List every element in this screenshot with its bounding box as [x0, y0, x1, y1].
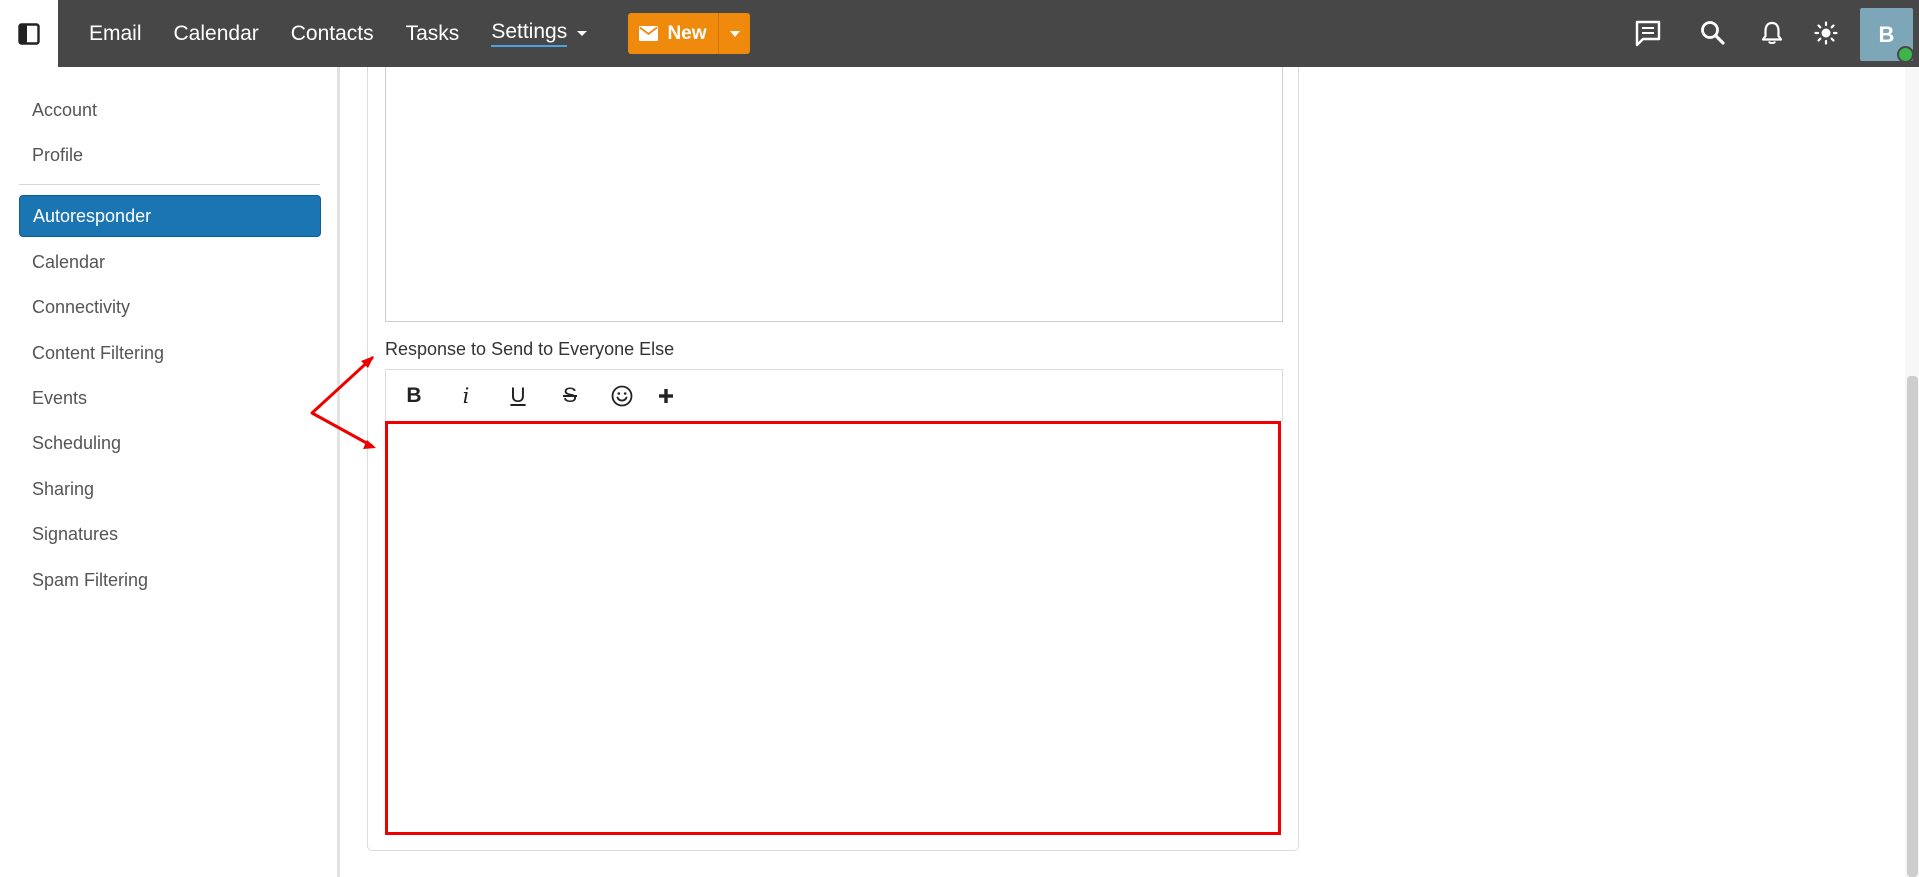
- sidebar-item-connectivity[interactable]: Connectivity: [19, 286, 321, 328]
- plus-icon: [659, 389, 673, 403]
- search-button[interactable]: [1698, 18, 1728, 48]
- sidebar-item-sharing[interactable]: Sharing: [19, 468, 321, 510]
- bell-icon: [1761, 21, 1783, 44]
- emoji-button[interactable]: [607, 382, 637, 410]
- sidebar-item-events[interactable]: Events: [19, 377, 321, 419]
- notifications-button[interactable]: [1757, 18, 1787, 48]
- sidebar-item-label: Events: [32, 387, 88, 408]
- new-dropdown-button[interactable]: [718, 13, 750, 54]
- bold-icon: B: [406, 384, 422, 407]
- insert-button[interactable]: [651, 382, 681, 410]
- chat-button[interactable]: [1633, 18, 1663, 48]
- sidebar-item-label: Content Filtering: [32, 342, 165, 363]
- nav-calendar[interactable]: Calendar: [174, 22, 259, 46]
- underline-icon: U: [510, 384, 526, 407]
- main-nav: Email Calendar Contacts Tasks Settings: [89, 0, 619, 67]
- underline-button[interactable]: U: [503, 382, 533, 410]
- nav-contacts-label: Contacts: [290, 21, 374, 45]
- nav-email[interactable]: Email: [89, 22, 142, 46]
- new-button-label: New: [667, 22, 707, 44]
- italic-button[interactable]: i: [451, 382, 481, 410]
- sidebar-toggle-icon: [18, 22, 40, 45]
- sidebar-item-signatures[interactable]: Signatures: [19, 513, 321, 555]
- new-button-group: New: [628, 13, 750, 54]
- smiley-icon: [611, 385, 633, 407]
- chat-icon: [1635, 20, 1661, 47]
- sidebar-item-label: Profile: [32, 144, 84, 165]
- sidebar-item-spam-filtering[interactable]: Spam Filtering: [19, 559, 321, 601]
- avatar-initial: B: [1878, 21, 1895, 47]
- sidebar-item-calendar[interactable]: Calendar: [19, 241, 321, 283]
- theme-sun-icon: [1814, 21, 1838, 45]
- theme-toggle-button[interactable]: [1811, 18, 1841, 48]
- sidebar-item-label: Autoresponder: [33, 205, 152, 226]
- sidebar-item-content-filtering[interactable]: Content Filtering: [19, 332, 321, 374]
- bold-button[interactable]: B: [399, 382, 429, 410]
- search-icon: [1701, 21, 1725, 45]
- sidebar-item-profile[interactable]: Profile: [19, 134, 321, 176]
- sidebar-item-account[interactable]: Account: [19, 89, 321, 131]
- italic-icon: i: [462, 384, 470, 408]
- sidebar-divider: [19, 184, 320, 185]
- response-everyone-else-label: Response to Send to Everyone Else: [385, 339, 675, 359]
- sidebar-item-autoresponder[interactable]: Autoresponder: [19, 195, 321, 237]
- top-bar: Email Calendar Contacts Tasks Settings N…: [0, 0, 1919, 67]
- nav-calendar-label: Calendar: [173, 21, 259, 45]
- sidebar-item-label: Scheduling: [32, 432, 122, 453]
- editor-toolbar: B i U S: [385, 369, 1283, 421]
- sidebar-item-label: Account: [32, 99, 98, 120]
- nav-settings[interactable]: Settings: [491, 20, 588, 47]
- strikethrough-button[interactable]: S: [555, 382, 585, 410]
- nav-email-label: Email: [89, 21, 142, 45]
- settings-sidebar: Account Profile Autoresponder Calendar C…: [0, 67, 340, 877]
- sidebar-toggle-button[interactable]: [0, 0, 58, 67]
- sidebar-item-label: Signatures: [32, 523, 119, 544]
- sidebar-item-scheduling[interactable]: Scheduling: [19, 422, 321, 464]
- envelope-icon: [639, 26, 659, 41]
- response-everyone-else-editor[interactable]: [385, 421, 1281, 835]
- chevron-down-icon: [729, 30, 740, 37]
- nav-settings-label: Settings: [491, 20, 568, 47]
- nav-contacts[interactable]: Contacts: [291, 22, 374, 46]
- strikethrough-icon: S: [562, 384, 577, 407]
- sidebar-item-label: Spam Filtering: [32, 569, 149, 590]
- sidebar-item-label: Calendar: [32, 251, 106, 272]
- chevron-down-icon: [577, 31, 588, 36]
- nav-tasks[interactable]: Tasks: [406, 22, 460, 46]
- nav-tasks-label: Tasks: [405, 21, 460, 45]
- sidebar-item-label: Connectivity: [32, 296, 131, 317]
- response-known-senders-editor[interactable]: [385, 67, 1283, 322]
- presence-indicator: [1897, 46, 1914, 63]
- scrollbar-thumb[interactable]: [1907, 376, 1918, 877]
- new-button[interactable]: New: [628, 13, 718, 54]
- sidebar-item-label: Sharing: [32, 478, 95, 499]
